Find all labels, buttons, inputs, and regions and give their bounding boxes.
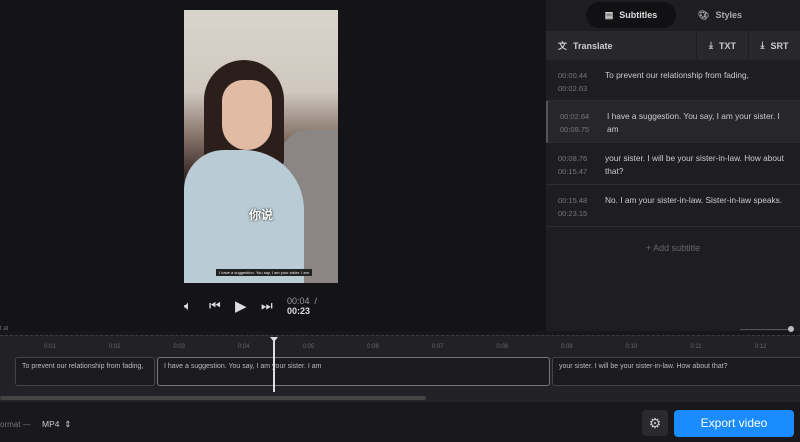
subtitle-row[interactable]: 00:02.64 00:08.75 I have a suggestion. Yo… [546,101,800,143]
next-icon[interactable]: ⏭︎ [261,298,273,314]
timeline-clip[interactable]: I have a suggestion. You say, I am your … [157,357,550,386]
ruler-tick: 0:06 [367,344,379,350]
end-time[interactable]: 00:15.47 [558,165,605,178]
srt-label: SRT [770,40,789,51]
tab-subtitles[interactable]: ▤ Subtitles [586,2,676,28]
ruler-tick: 0:07 [431,344,444,350]
translate-button[interactable]: 文 Translate [546,31,696,60]
ruler-tick: 0:05 [302,344,315,350]
ruler-tick: 0:04 [237,344,250,350]
download-srt-button[interactable]: ⤓ SRT [748,31,800,60]
cut-label: t at [0,326,9,332]
download-icon: ⤓ [709,40,713,50]
current-time: 00:04 [287,296,310,306]
subtitle-row[interactable]: 00:00.44 00:02.63 To prevent our relation… [546,60,800,101]
tab-styles[interactable]: 🎨︎ Styles [686,2,754,28]
palette-icon: 🎨︎ [698,9,710,20]
end-time[interactable]: 00:08.75 [560,123,607,136]
start-time[interactable]: 00:08.76 [558,152,605,165]
translate-label: Translate [573,40,613,51]
chevron-updown-icon: ⇕ [64,419,72,429]
format-value: MP4 [42,419,60,429]
subtitle-text[interactable]: To prevent our relationship from fading, [605,69,800,100]
subtitle-text[interactable]: your sister. I will be your sister-in-la… [605,152,800,184]
subtitle-row[interactable]: 00:08.76 00:15.47 your sister. I will be … [546,143,800,185]
tab-label: Subtitles [619,10,658,20]
player-controls: 🔈︎ ⏮︎ ▶ ⏭︎ 00:04 / 00:23 [184,296,344,316]
add-subtitle-label: Add subtitle [653,243,701,253]
end-time[interactable]: 00:02.63 [558,82,605,95]
ruler-tick: 0:12 [754,344,767,350]
download-icon: ⤓ [760,40,765,50]
format-label: ormat — [0,420,31,429]
timeline[interactable]: 0:01 0:02 0:03 0:04 0:05 0:06 0:07 0:08 0:09 0:10… [0,335,800,402]
time-separator: / [314,296,318,306]
burned-subtitle-en: I have a suggestion. You say, I am your … [216,269,312,276]
subtitles-icon: ▤ [604,9,614,20]
download-txt-button[interactable]: ⤓ TXT [696,31,748,60]
ruler-tick: 0:03 [173,344,186,350]
subtitle-panel: ▤ Subtitles 🎨︎ Styles 文 Translate ⤓ TXT ⤓ SRT… [546,0,800,331]
volume-icon[interactable]: 🔈︎ [184,298,192,314]
burned-subtitle-cn: 你说 [248,208,273,222]
format-select[interactable]: MP4 ⇕ [42,419,71,430]
zoom-slider[interactable] [740,326,794,332]
duration: 00:23 [287,306,311,316]
translate-icon: 文 [558,41,568,51]
export-video-button[interactable]: Export video [674,410,794,437]
previous-icon[interactable]: ⏮︎ [209,298,221,314]
gear-icon: ⚙ [648,415,662,431]
subtitle-row[interactable]: 00:15.48 00:23.15 No. I am your sister-in… [546,185,800,227]
start-time[interactable]: 00:00.44 [558,69,605,82]
ruler-tick: 0:01 [44,344,56,350]
ruler-tick: 0:02 [108,344,121,350]
add-subtitle-button[interactable]: + Add subtitle [546,243,800,253]
time-ruler[interactable]: 0:01 0:02 0:03 0:04 0:05 0:06 0:07 0:08 0:09 0:10… [0,335,800,355]
timeline-scrollbar[interactable] [0,396,426,400]
timeline-clip[interactable]: To prevent our relationship from fading, [15,357,155,386]
playhead[interactable] [270,337,278,392]
settings-button[interactable]: ⚙ [642,410,668,436]
ruler-tick: 0:10 [625,344,638,350]
start-time[interactable]: 00:02.64 [560,110,607,123]
timeline-clip[interactable]: your sister. I will be your sister-in-la… [552,357,800,386]
subtitle-text[interactable]: No. I am your sister-in-law. Sister-in-l… [605,194,800,226]
subtitle-text[interactable]: I have a suggestion. You say, I am your … [607,110,800,142]
zoom-slider-handle[interactable] [788,326,794,332]
time-display: 00:04 / 00:23 [287,296,344,316]
video-preview[interactable]: 你说 I have a suggestion. You say, I am yo… [184,10,338,283]
preview-area: 你说 I have a suggestion. You say, I am yo… [0,0,546,331]
end-time[interactable]: 00:23.15 [558,207,605,220]
start-time[interactable]: 00:15.48 [558,194,605,207]
ruler-tick: 0:09 [560,344,573,350]
play-icon[interactable]: ▶ [235,297,247,315]
ruler-tick: 0:08 [496,344,509,350]
tab-label: Styles [715,10,742,20]
ruler-tick: 0:11 [690,344,702,350]
txt-label: TXT [718,40,736,51]
